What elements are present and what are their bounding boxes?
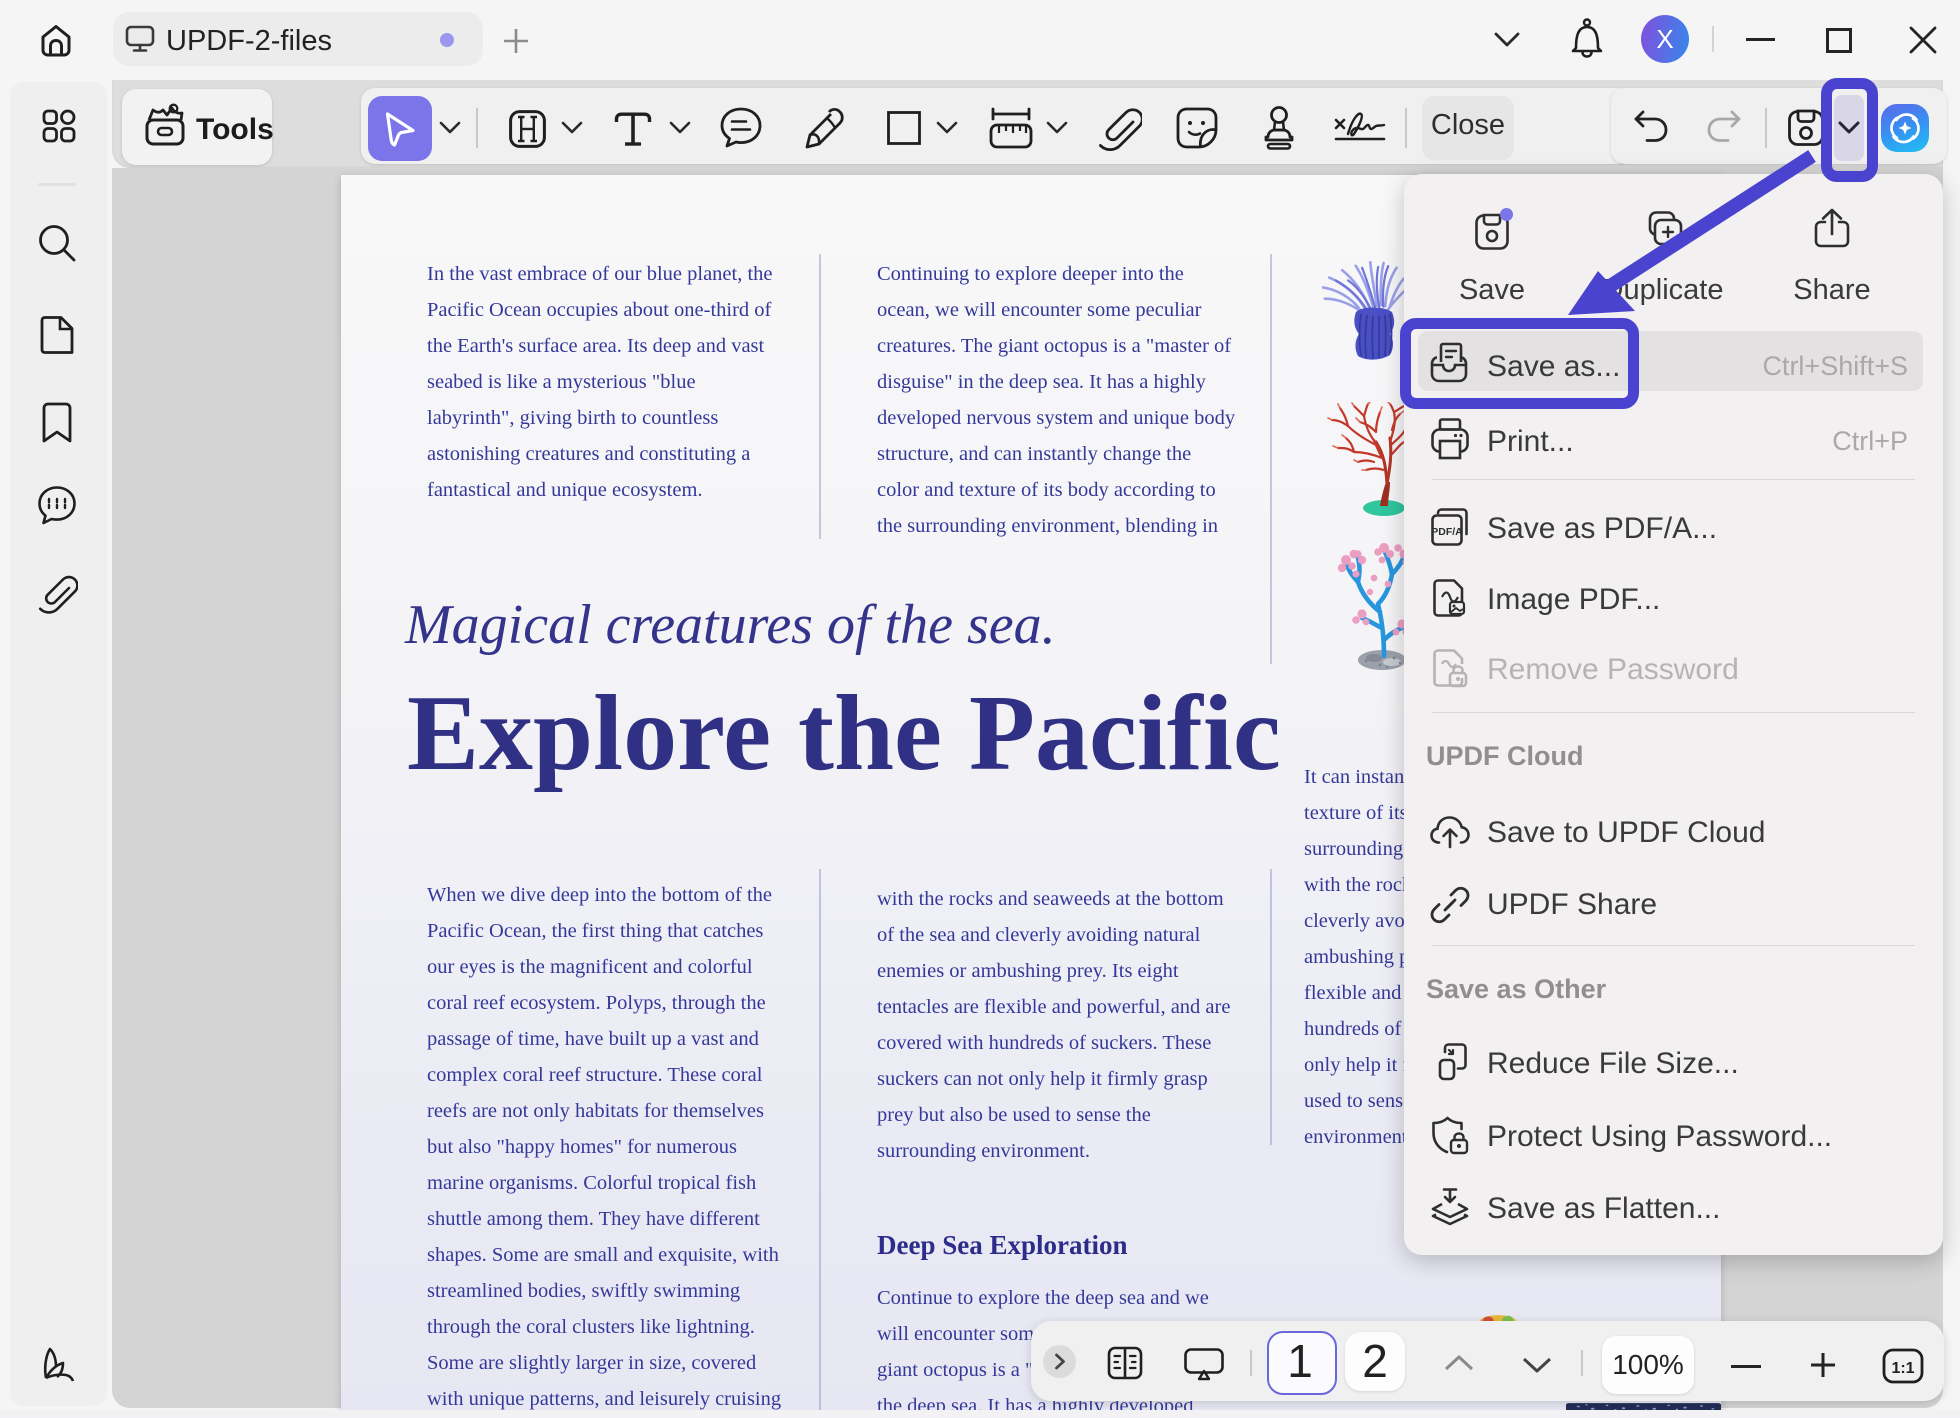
svg-text:1:1: 1:1 [1891,1360,1914,1377]
svg-text:PDF/A: PDF/A [1431,526,1463,538]
